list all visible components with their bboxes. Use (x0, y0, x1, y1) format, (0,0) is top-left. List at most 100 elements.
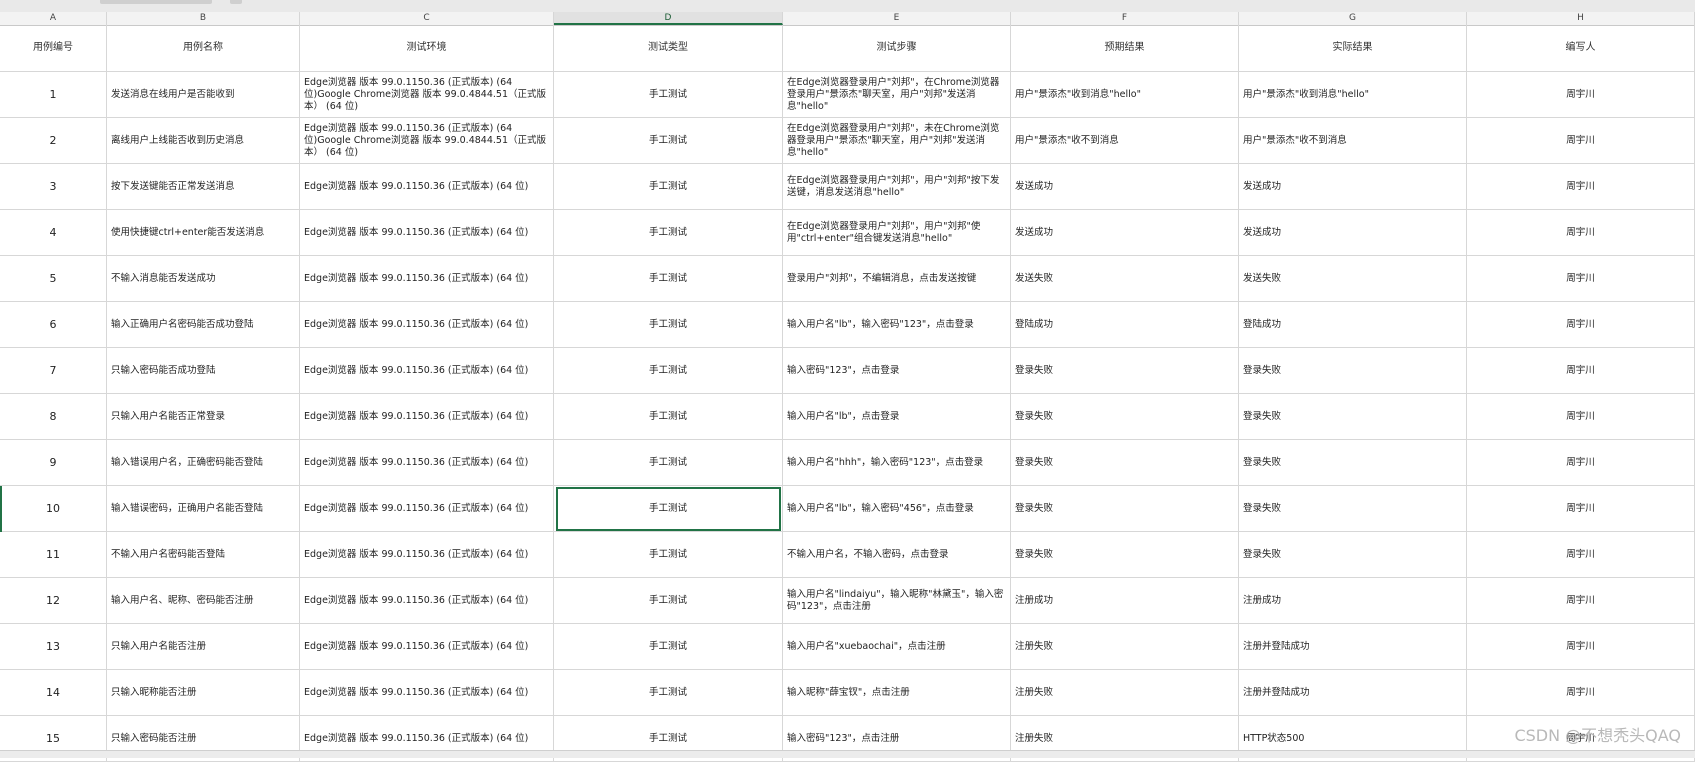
cell-name[interactable]: 只输入昵称能否注册 (107, 670, 300, 715)
cell-name[interactable]: 只输入用户名能否注册 (107, 624, 300, 669)
cell-type[interactable]: 手工测试 (554, 348, 783, 393)
cell-author[interactable]: 周宇川 (1467, 670, 1695, 715)
cell-expected[interactable]: 登录失败 (1011, 394, 1239, 439)
cell-name[interactable]: 离线用户上线能否收到历史消息 (107, 118, 300, 163)
cell-type[interactable]: 手工测试 (554, 210, 783, 255)
cell-env[interactable]: Edge浏览器 版本 99.0.1150.36 (正式版本) (64 位) (300, 394, 554, 439)
cell-type[interactable]: 手工测试 (554, 72, 783, 117)
cell-id[interactable]: 11 (0, 532, 107, 577)
cell-actual[interactable]: 注册成功 (1239, 578, 1467, 623)
cell-author[interactable]: 周宇川 (1467, 72, 1695, 117)
cell-id[interactable]: 5 (0, 256, 107, 301)
column-letter-5[interactable]: F (1011, 12, 1239, 25)
cell-type[interactable]: 手工测试 (554, 532, 783, 577)
cell-actual[interactable]: 用户"景添杰"收不到消息 (1239, 118, 1467, 163)
cell-actual[interactable]: 用户"景添杰"收到消息"hello" (1239, 72, 1467, 117)
cell-id[interactable]: 3 (0, 164, 107, 209)
cell-id[interactable]: 7 (0, 348, 107, 393)
cell-actual[interactable]: 注册并登陆成功 (1239, 670, 1467, 715)
cell-author[interactable]: 周宇川 (1467, 486, 1695, 531)
cell-id[interactable]: 14 (0, 670, 107, 715)
column-letter-6[interactable]: G (1239, 12, 1467, 25)
cell-id[interactable]: 4 (0, 210, 107, 255)
cell-env[interactable]: Edge浏览器 版本 99.0.1150.36 (正式版本) (64 位) (300, 486, 554, 531)
cell-expected[interactable]: 注册失败 (1011, 624, 1239, 669)
cell-name[interactable]: 输入用户名、昵称、密码能否注册 (107, 578, 300, 623)
cell-actual[interactable]: 登录失败 (1239, 486, 1467, 531)
column-letter-0[interactable]: A (0, 12, 107, 25)
cell-author[interactable]: 周宇川 (1467, 164, 1695, 209)
cell-steps[interactable]: 在Edge浏览器登录用户"刘邦"，未在Chrome浏览器登录用户"景添杰"聊天室… (783, 118, 1011, 163)
cell-steps[interactable]: 输入用户名"lb"，输入密码"456"，点击登录 (783, 486, 1011, 531)
cell-author[interactable]: 周宇川 (1467, 302, 1695, 347)
cell-name[interactable]: 发送消息在线用户是否能收到 (107, 72, 300, 117)
cell-steps[interactable]: 输入用户名"lindaiyu"，输入昵称"林黛玉"，输入密码"123"，点击注册 (783, 578, 1011, 623)
cell-name[interactable]: 输入错误密码，正确用户名能否登陆 (107, 486, 300, 531)
cell-actual[interactable]: 发送失败 (1239, 256, 1467, 301)
cell-env[interactable]: Edge浏览器 版本 99.0.1150.36 (正式版本) (64 位) (300, 532, 554, 577)
cell-name[interactable]: 输入正确用户名密码能否成功登陆 (107, 302, 300, 347)
cell-steps[interactable]: 在Edge浏览器登录用户"刘邦"，用户"刘邦"按下发送键，消息发送消息"hell… (783, 164, 1011, 209)
cell-author[interactable]: 周宇川 (1467, 578, 1695, 623)
cell-name[interactable]: 只输入密码能否成功登陆 (107, 348, 300, 393)
cell-type[interactable]: 手工测试 (554, 164, 783, 209)
cell-env[interactable]: Edge浏览器 版本 99.0.1150.36 (正式版本) (64 位) (300, 440, 554, 485)
cell-expected[interactable]: 发送失败 (1011, 256, 1239, 301)
cell-id[interactable]: 2 (0, 118, 107, 163)
header-cell[interactable]: 测试类型 (554, 25, 783, 71)
cell-name[interactable]: 只输入用户名能否正常登录 (107, 394, 300, 439)
cell-id[interactable]: 13 (0, 624, 107, 669)
cell-expected[interactable]: 登录失败 (1011, 486, 1239, 531)
header-cell[interactable]: 实际结果 (1239, 25, 1467, 71)
column-letter-7[interactable]: H (1467, 12, 1695, 25)
column-letter-3[interactable]: D (554, 12, 783, 25)
cell-actual[interactable]: 登录失败 (1239, 394, 1467, 439)
cell-expected[interactable]: 注册失败 (1011, 670, 1239, 715)
cell-actual[interactable]: 登录失败 (1239, 348, 1467, 393)
cell-expected[interactable]: 登录失败 (1011, 440, 1239, 485)
cell-actual[interactable]: 发送成功 (1239, 210, 1467, 255)
cell-steps[interactable]: 输入用户名"lb"，输入密码"123"，点击登录 (783, 302, 1011, 347)
cell-steps[interactable]: 输入用户名"lb"，点击登录 (783, 394, 1011, 439)
cell-type[interactable]: 手工测试 (554, 486, 783, 531)
cell-env[interactable]: Edge浏览器 版本 99.0.1150.36 (正式版本) (64 位) (300, 164, 554, 209)
cell-steps[interactable]: 登录用户"刘邦"，不编辑消息，点击发送按键 (783, 256, 1011, 301)
cell-id[interactable]: 1 (0, 72, 107, 117)
cell-steps[interactable]: 输入昵称"薛宝钗"，点击注册 (783, 670, 1011, 715)
cell-name[interactable]: 按下发送键能否正常发送消息 (107, 164, 300, 209)
cell-id[interactable]: 12 (0, 578, 107, 623)
cell-author[interactable]: 周宇川 (1467, 440, 1695, 485)
header-cell[interactable]: 测试步骤 (783, 25, 1011, 71)
cell-expected[interactable]: 登录失败 (1011, 348, 1239, 393)
cell-type[interactable]: 手工测试 (554, 670, 783, 715)
cell-env[interactable]: Edge浏览器 版本 99.0.1150.36 (正式版本) (64 位) (300, 210, 554, 255)
cell-name[interactable]: 输入错误用户名，正确密码能否登陆 (107, 440, 300, 485)
cell-type[interactable]: 手工测试 (554, 440, 783, 485)
cell-author[interactable]: 周宇川 (1467, 532, 1695, 577)
header-cell[interactable]: 用例名称 (107, 25, 300, 71)
cell-env[interactable]: Edge浏览器 版本 99.0.1150.36 (正式版本) (64 位) (300, 348, 554, 393)
cell-env[interactable]: Edge浏览器 版本 99.0.1150.36 (正式版本) (64 位) (300, 624, 554, 669)
cell-type[interactable]: 手工测试 (554, 394, 783, 439)
column-letter-4[interactable]: E (783, 12, 1011, 25)
cell-actual[interactable]: 注册并登陆成功 (1239, 624, 1467, 669)
cell-steps[interactable]: 在Edge浏览器登录用户"刘邦"，在Chrome浏览器登录用户"景添杰"聊天室，… (783, 72, 1011, 117)
cell-expected[interactable]: 登陆成功 (1011, 302, 1239, 347)
cell-actual[interactable]: 登录失败 (1239, 532, 1467, 577)
cell-id[interactable]: 8 (0, 394, 107, 439)
cell-expected[interactable]: 发送成功 (1011, 164, 1239, 209)
cell-env[interactable]: Edge浏览器 版本 99.0.1150.36 (正式版本) (64 位)Goo… (300, 72, 554, 117)
column-letter-2[interactable]: C (300, 12, 554, 25)
cell-type[interactable]: 手工测试 (554, 302, 783, 347)
cell-expected[interactable]: 用户"景添杰"收不到消息 (1011, 118, 1239, 163)
cell-steps[interactable]: 输入密码"123"，点击登录 (783, 348, 1011, 393)
cell-id[interactable]: 9 (0, 440, 107, 485)
cell-author[interactable]: 周宇川 (1467, 210, 1695, 255)
cell-type[interactable]: 手工测试 (554, 256, 783, 301)
cell-author[interactable]: 周宇川 (1467, 118, 1695, 163)
cell-actual[interactable]: 登陆成功 (1239, 302, 1467, 347)
cell-type[interactable]: 手工测试 (554, 624, 783, 669)
cell-author[interactable]: 周宇川 (1467, 348, 1695, 393)
cell-expected[interactable]: 发送成功 (1011, 210, 1239, 255)
cell-id[interactable]: 6 (0, 302, 107, 347)
